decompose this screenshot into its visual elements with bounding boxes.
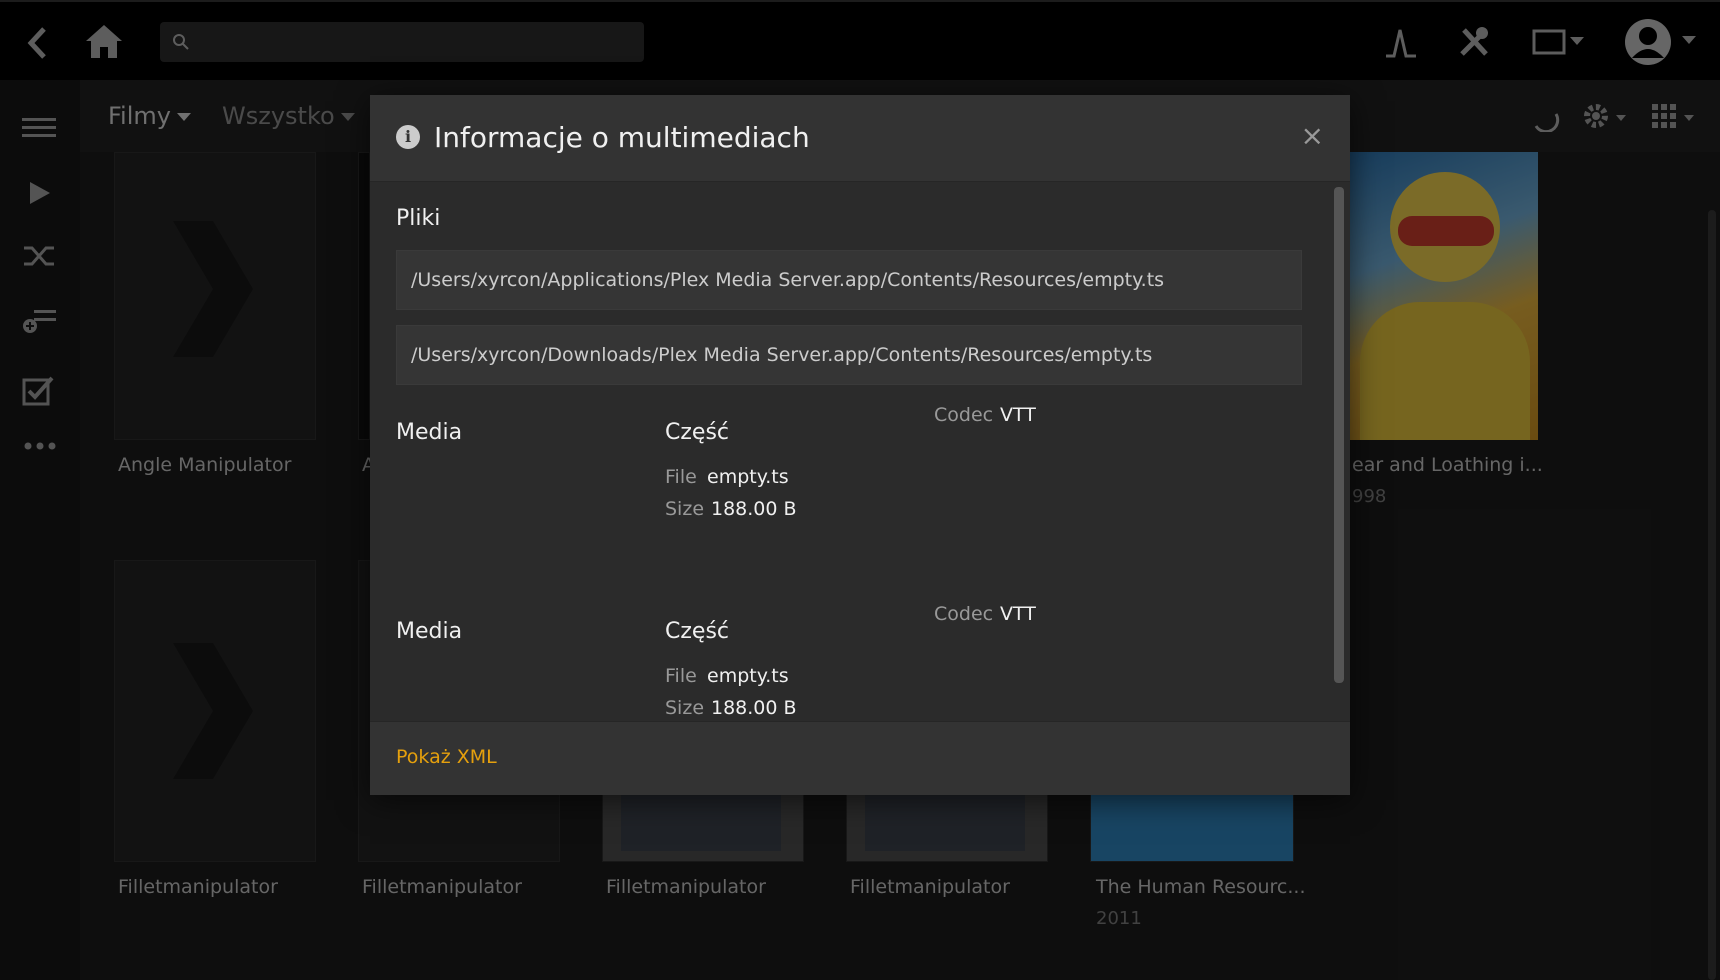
file-value: empty.ts	[707, 665, 789, 687]
file-value: empty.ts	[707, 466, 789, 488]
codec-label: Codec	[934, 404, 994, 426]
dialog-title: Informacje o multimediach	[434, 121, 810, 154]
dialog-header: i Informacje o multimediach ×	[370, 95, 1350, 182]
part-heading: Część	[665, 420, 730, 445]
files-heading: Pliki	[396, 206, 441, 231]
show-xml-link[interactable]: Pokaż XML	[396, 746, 497, 768]
file-path-field[interactable]: /Users/xyrcon/Downloads/Plex Media Serve…	[396, 325, 1302, 385]
dialog-scrollbar[interactable]	[1334, 187, 1344, 683]
codec-value: VTT	[1000, 603, 1036, 625]
file-label: File	[665, 665, 697, 687]
size-label: Size	[665, 498, 705, 520]
codec-value: VTT	[1000, 404, 1036, 426]
info-icon: i	[396, 125, 420, 149]
dialog-footer: Pokaż XML	[370, 721, 1350, 795]
media-heading: Media	[396, 420, 463, 445]
media-heading: Media	[396, 619, 463, 644]
dialog-body: Pliki /Users/xyrcon/Applications/Plex Me…	[370, 182, 1350, 717]
part-heading: Część	[665, 619, 730, 644]
codec-label: Codec	[934, 603, 994, 625]
file-path-field[interactable]: /Users/xyrcon/Applications/Plex Media Se…	[396, 250, 1302, 310]
size-value: 188.00 B	[711, 697, 797, 717]
size-label: Size	[665, 697, 705, 717]
size-value: 188.00 B	[711, 498, 797, 520]
dialog-scroll-thumb[interactable]	[1334, 187, 1344, 683]
close-icon[interactable]: ×	[1301, 119, 1324, 152]
file-label: File	[665, 466, 697, 488]
media-info-dialog: i Informacje o multimediach × Pliki /Use…	[370, 95, 1350, 795]
